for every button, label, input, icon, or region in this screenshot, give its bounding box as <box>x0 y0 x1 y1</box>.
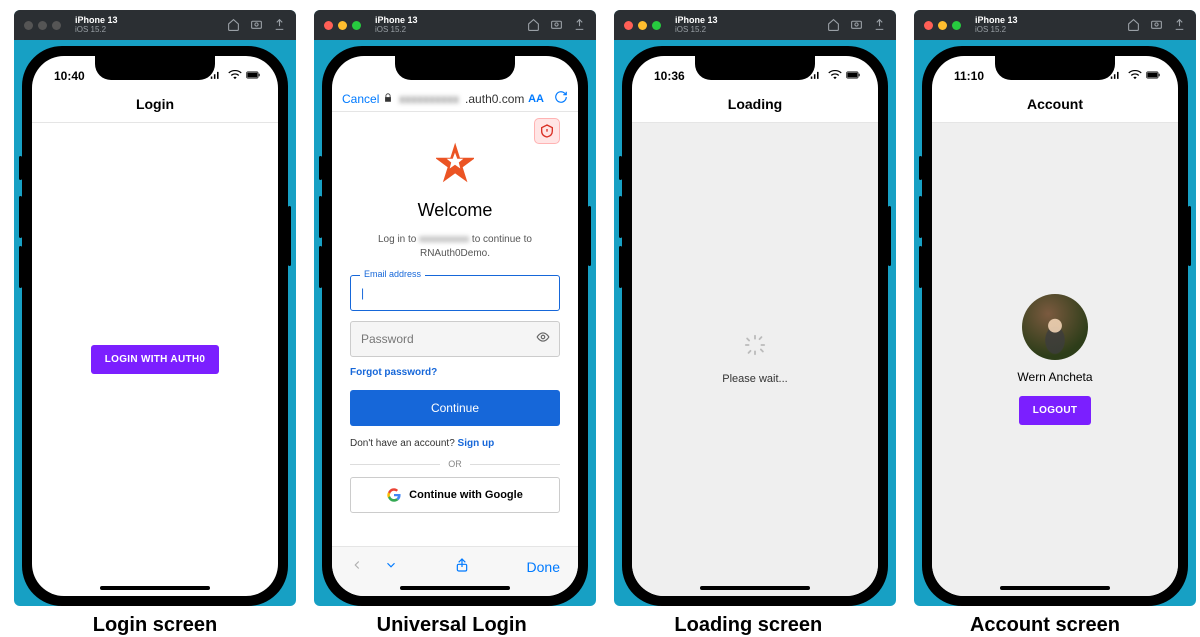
battery-icon <box>846 69 860 83</box>
page-title: Login <box>32 90 278 123</box>
eye-icon[interactable] <box>536 330 550 349</box>
home-indicator <box>400 586 510 590</box>
simulator-toolbar: iPhone 13 iOS 15.2 <box>614 10 896 40</box>
phone-frame: 11:10 Account Wern Ancheta LOGOUT <box>922 46 1188 606</box>
home-icon[interactable] <box>227 18 240 33</box>
please-wait-text: Please wait... <box>722 373 787 385</box>
home-icon[interactable] <box>527 18 540 33</box>
caption-universal: Universal Login <box>311 614 593 637</box>
panel-loading: iPhone 13 iOS 15.2 10:36 <box>614 10 896 606</box>
screenshot-icon[interactable] <box>250 18 263 33</box>
screenshot-icon[interactable] <box>1150 18 1163 33</box>
traffic-lights <box>24 21 61 30</box>
email-field[interactable]: | <box>350 275 560 311</box>
screenshot-icon[interactable] <box>850 18 863 33</box>
panel-login: iPhone 13 iOS 15.2 10:40 <box>14 10 296 606</box>
lock-icon <box>383 92 393 106</box>
reader-aa[interactable]: AA <box>528 93 544 105</box>
share-icon[interactable] <box>573 18 586 33</box>
home-icon[interactable] <box>1127 18 1140 33</box>
login-with-auth0-button[interactable]: LOGIN WITH AUTH0 <box>91 345 220 374</box>
user-name: Wern Ancheta <box>1017 370 1092 384</box>
signup-link[interactable]: Sign up <box>458 438 495 449</box>
simulator-actions <box>1127 18 1186 33</box>
wifi-icon <box>228 69 242 83</box>
captions-row: Login screen Universal Login Loading scr… <box>0 606 1200 637</box>
simulator-actions <box>827 18 886 33</box>
auth0-logo-icon <box>436 142 474 186</box>
page-title: Account <box>932 90 1178 123</box>
simulator-toolbar: iPhone 13 iOS 15.2 <box>314 10 596 40</box>
traffic-lights <box>624 21 661 30</box>
page-title: Loading <box>632 90 878 123</box>
warning-badge <box>534 118 560 144</box>
battery-icon <box>1146 69 1160 83</box>
cancel-button[interactable]: Cancel <box>342 92 379 106</box>
phone-frame: 10:36 Loading Please wait... <box>622 46 888 606</box>
down-icon[interactable] <box>384 558 398 575</box>
phone-frame: 10:40 Login LOGIN WITH AUTH0 <box>22 46 288 606</box>
wifi-icon <box>828 69 842 83</box>
share-icon[interactable] <box>1173 18 1186 33</box>
done-button[interactable]: Done <box>527 559 560 575</box>
share-icon[interactable] <box>873 18 886 33</box>
email-label: Email address <box>360 269 425 279</box>
simulator-title: iPhone 13 iOS 15.2 <box>975 16 1018 35</box>
domain-prefix-obscured: xxxxxxxxxx <box>399 92 459 106</box>
logout-button[interactable]: LOGOUT <box>1019 396 1092 425</box>
clock: 10:36 <box>654 69 685 83</box>
wifi-icon <box>1128 69 1142 83</box>
signup-row: Don't have an account? Sign up <box>350 438 560 449</box>
password-field[interactable]: Password <box>350 321 560 357</box>
simulator-title: iPhone 13 iOS 15.2 <box>675 16 718 35</box>
auth0-login-form: Welcome Log in to xxxxxxxxxx to continue… <box>332 112 578 513</box>
screenshot-icon[interactable] <box>550 18 563 33</box>
avatar <box>1022 294 1088 360</box>
clock: 10:40 <box>54 69 85 83</box>
home-indicator <box>100 586 210 590</box>
reload-icon[interactable] <box>554 90 568 107</box>
panel-account: iPhone 13 iOS 15.2 11:10 <box>914 10 1196 606</box>
simulator-actions <box>527 18 586 33</box>
caption-account: Account screen <box>904 614 1186 637</box>
welcome-heading: Welcome <box>418 200 493 221</box>
spinner-icon <box>744 334 766 361</box>
share-up-icon[interactable] <box>454 557 470 576</box>
traffic-lights <box>924 21 961 30</box>
simulator-toolbar: iPhone 13 iOS 15.2 <box>914 10 1196 40</box>
home-indicator <box>700 586 810 590</box>
or-divider: OR <box>350 459 560 469</box>
back-icon[interactable] <box>350 558 364 575</box>
forgot-password-link[interactable]: Forgot password? <box>350 367 560 378</box>
home-indicator <box>1000 586 1110 590</box>
google-icon <box>387 488 401 502</box>
caption-loading: Loading screen <box>607 614 889 637</box>
home-icon[interactable] <box>827 18 840 33</box>
domain-suffix: .auth0.com <box>465 92 524 106</box>
traffic-lights <box>324 21 361 30</box>
panels-row: iPhone 13 iOS 15.2 10:40 <box>0 0 1200 606</box>
continue-button[interactable]: Continue <box>350 390 560 426</box>
safari-address-bar: Cancel xxxxxxxxxx .auth0.com AA <box>332 86 578 112</box>
continue-with-google-button[interactable]: Continue with Google <box>350 477 560 513</box>
caption-login: Login screen <box>14 614 296 637</box>
login-subtext: Log in to xxxxxxxxxx to continue to RNAu… <box>350 233 560 261</box>
simulator-title: iPhone 13 iOS 15.2 <box>375 16 418 35</box>
simulator-toolbar: iPhone 13 iOS 15.2 <box>14 10 296 40</box>
panel-universal-login: iPhone 13 iOS 15.2 Cancel <box>314 10 596 606</box>
battery-icon <box>246 69 260 83</box>
simulator-title: iPhone 13 iOS 15.2 <box>75 16 118 35</box>
clock: 11:10 <box>954 69 984 83</box>
simulator-actions <box>227 18 286 33</box>
share-icon[interactable] <box>273 18 286 33</box>
phone-frame: Cancel xxxxxxxxxx .auth0.com AA <box>322 46 588 606</box>
